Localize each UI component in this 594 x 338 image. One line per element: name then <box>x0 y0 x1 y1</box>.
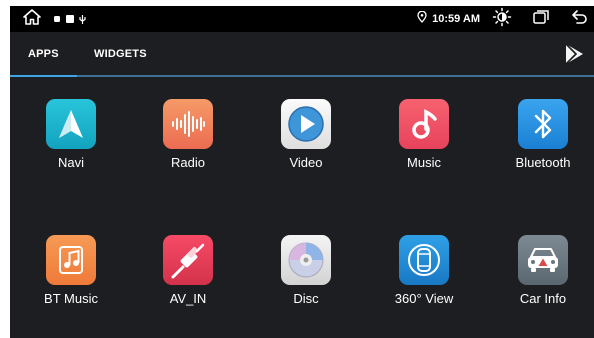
app-label: Video <box>289 155 323 170</box>
tab-apps[interactable]: APPS <box>28 48 59 60</box>
app-music[interactable]: Music <box>365 99 483 170</box>
app-label: Disc <box>293 291 319 306</box>
app-av-in[interactable]: AV_IN <box>129 235 247 306</box>
app-label: Bluetooth <box>515 155 571 170</box>
music-note-icon <box>399 99 449 149</box>
car-info-icon <box>518 235 568 285</box>
av-in-cable-icon <box>163 235 213 285</box>
app-grid: Navi Radio Video Music Bluetooth BT Musi… <box>10 77 594 338</box>
location-icon <box>417 10 427 28</box>
app-label: Navi <box>57 155 84 170</box>
car-360-view-icon <box>399 235 449 285</box>
app-bluetooth[interactable]: Bluetooth <box>484 99 594 170</box>
app-video[interactable]: Video <box>247 99 365 170</box>
status-bar: 10:59 AM <box>10 6 594 32</box>
home-icon[interactable] <box>23 8 41 30</box>
tab-bar: APPS WIDGETS <box>10 32 594 77</box>
app-label: Radio <box>171 155 205 170</box>
video-play-icon <box>281 99 331 149</box>
back-icon[interactable] <box>570 9 588 30</box>
disc-icon <box>281 235 331 285</box>
clock-time: 10:59 AM <box>432 13 480 25</box>
play-store-icon[interactable] <box>562 42 586 71</box>
app-label: Car Info <box>519 291 567 306</box>
app-label: Music <box>407 155 441 170</box>
app-label: AV_IN <box>169 291 207 306</box>
app-disc[interactable]: Disc <box>247 235 365 306</box>
radio-waveform-icon <box>163 99 213 149</box>
app-radio[interactable]: Radio <box>129 99 247 170</box>
app-label: BT Music <box>44 291 98 306</box>
app-label: 360° View <box>394 291 454 306</box>
navigation-arrow-icon <box>46 99 96 149</box>
app-360-view[interactable]: 360° View <box>365 235 483 306</box>
recent-apps-icon[interactable] <box>532 9 550 30</box>
brightness-icon[interactable] <box>492 7 512 32</box>
head-unit-screen: 10:59 AM APPS WIDGETS Navi Radio Video M… <box>10 6 594 338</box>
app-navi[interactable]: Navi <box>12 99 130 170</box>
status-indicator-icons <box>53 14 86 25</box>
bt-music-icon <box>46 235 96 285</box>
app-bt-music[interactable]: BT Music <box>12 235 130 306</box>
tab-widgets[interactable]: WIDGETS <box>94 48 147 60</box>
app-car-info[interactable]: Car Info <box>484 235 594 306</box>
bluetooth-icon <box>518 99 568 149</box>
